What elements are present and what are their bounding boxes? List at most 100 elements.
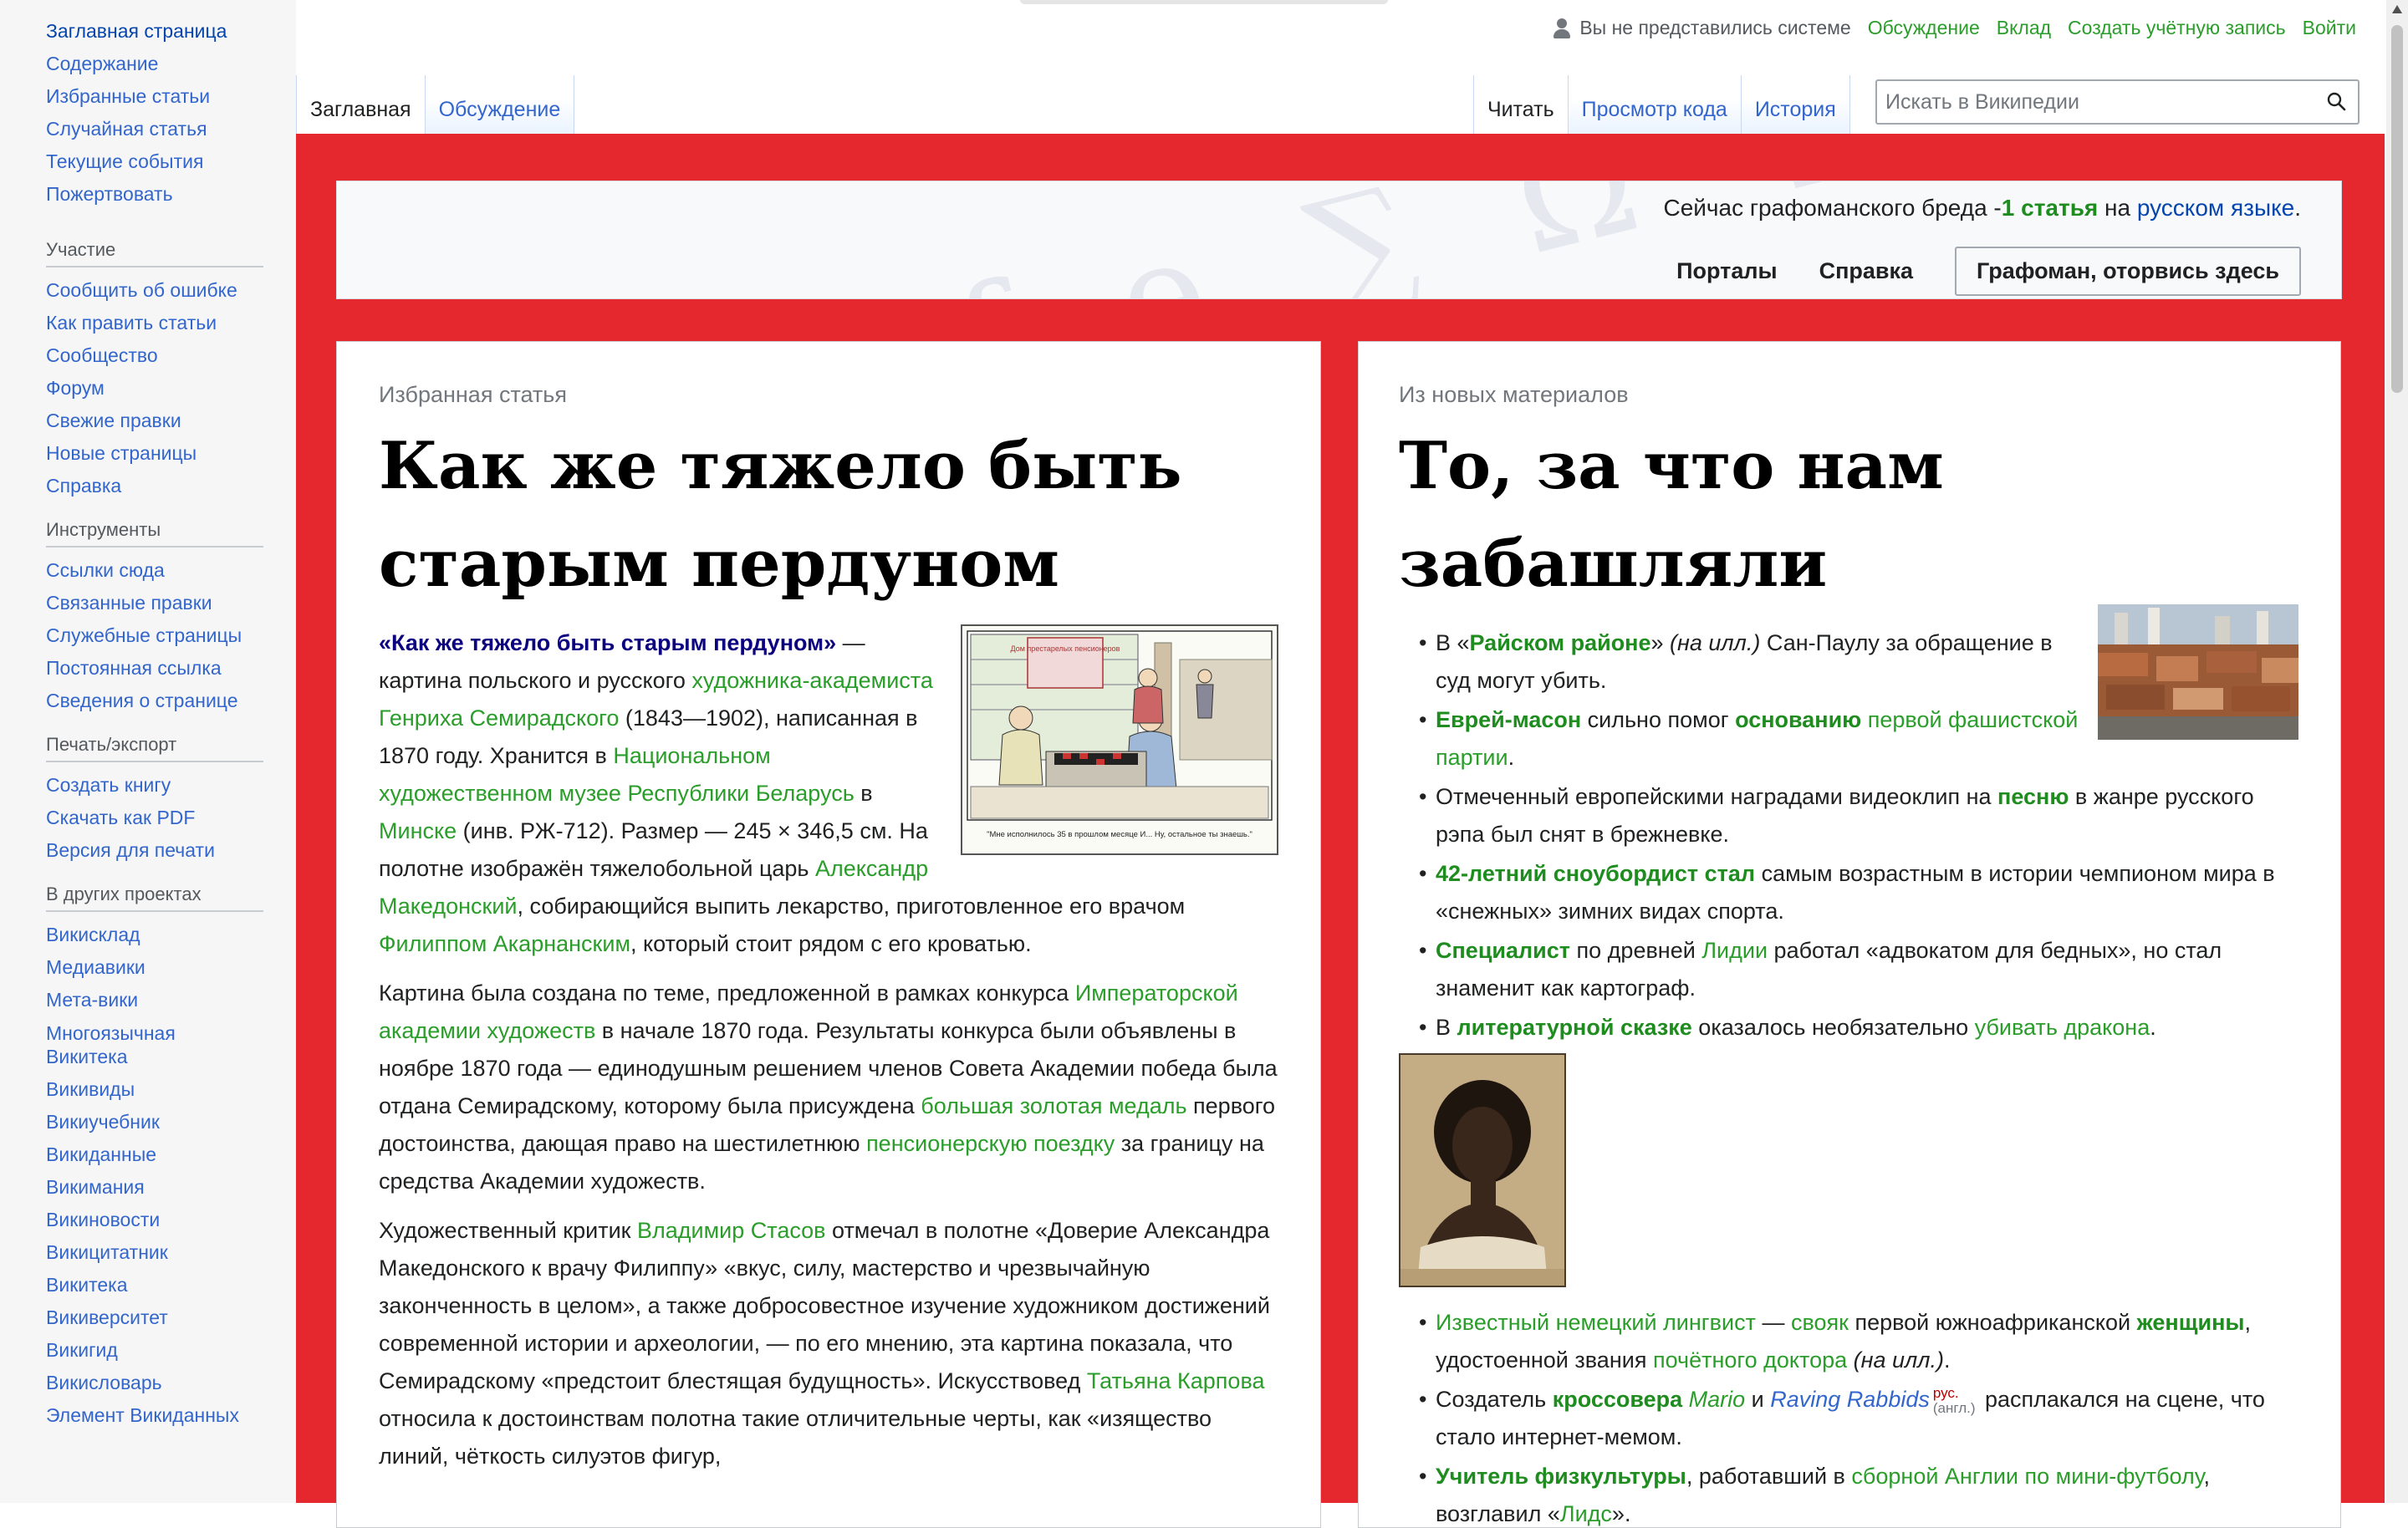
interwiki-en-link[interactable]: (англ.)	[1933, 1400, 1976, 1416]
sidebar-link[interactable]: Заглавная страница	[46, 20, 227, 42]
article-link[interactable]: Татьяна Карпова	[1087, 1368, 1265, 1393]
sidebar-link[interactable]: Сведения о странице	[46, 690, 238, 711]
article-link[interactable]: Специалист	[1436, 938, 1570, 963]
sidebar-link[interactable]: Постоянная ссылка	[46, 657, 222, 679]
sidebar-item[interactable]: Новые страницы	[0, 437, 296, 470]
article-link[interactable]: Raving Rabbids	[1770, 1387, 1930, 1412]
sidebar-link[interactable]: Викисловарь	[46, 1372, 162, 1393]
sidebar-link[interactable]: Ссылки сюда	[46, 559, 165, 581]
article-link[interactable]: Минске	[379, 818, 457, 843]
tab-history[interactable]: История	[1741, 75, 1850, 134]
sidebar-item[interactable]: Связанные правки	[0, 587, 296, 619]
article-link[interactable]: Райском районе	[1470, 630, 1651, 655]
sidebar-link[interactable]: Содержание	[46, 53, 158, 74]
sidebar-link[interactable]: Викицитатник	[46, 1241, 168, 1263]
page-scrollbar[interactable]	[2386, 0, 2408, 1503]
sidebar-item-current-events[interactable]: Текущие события	[0, 145, 296, 178]
article-link[interactable]: Филиппом Акарнанским	[379, 931, 630, 956]
sidebar-link[interactable]: Избранные статьи	[46, 85, 210, 107]
sidebar-link[interactable]: Свежие правки	[46, 410, 181, 431]
sidebar-link[interactable]: Форум	[46, 377, 105, 399]
sidebar-item[interactable]: Сообщество	[0, 339, 296, 372]
portals-link[interactable]: Порталы	[1676, 258, 1778, 284]
sidebar-link[interactable]: Справка	[46, 475, 121, 497]
sidebar-link[interactable]: Пожертвовать	[46, 183, 173, 205]
sidebar-link[interactable]: Скачать как PDF	[46, 807, 195, 828]
sidebar-item[interactable]: Ссылки сюда	[0, 554, 296, 587]
article-link[interactable]: основанию	[1735, 707, 1861, 732]
sidebar-link[interactable]: Викиновости	[46, 1209, 160, 1230]
sidebar-link[interactable]: Версия для печати	[46, 839, 215, 861]
interwiki-ru-link[interactable]: рус.	[1933, 1385, 1976, 1401]
sidebar-item[interactable]: Викицитатник	[0, 1236, 296, 1269]
sidebar-link[interactable]: Викисклад	[46, 924, 140, 945]
sidebar-item[interactable]: Многоязычная Викитека	[0, 1016, 296, 1073]
write-here-button[interactable]: Графоман, оторвись здесь	[1955, 247, 2301, 296]
sidebar-link[interactable]: Новые страницы	[46, 442, 196, 464]
article-link[interactable]: Известный немецкий лингвист	[1436, 1310, 1756, 1335]
sidebar-link[interactable]: Создать книгу	[46, 774, 171, 796]
sidebar-link[interactable]: Связанные правки	[46, 592, 212, 614]
sidebar-item-donate[interactable]: Пожертвовать	[0, 178, 296, 211]
featured-title[interactable]: Как же тяжело быть старым пердуном	[379, 417, 1278, 613]
article-link[interactable]: Еврей-масон	[1436, 707, 1581, 732]
sidebar-item[interactable]: Постоянная ссылка	[0, 652, 296, 685]
search-input[interactable]	[1877, 81, 2305, 123]
sidebar-item[interactable]: Викимания	[0, 1171, 296, 1204]
sidebar-item[interactable]: Викигид	[0, 1334, 296, 1367]
featured-comic-image[interactable]: Дом престарелых пенсионеров "Мне исполни…	[961, 624, 1278, 855]
sidebar-link[interactable]: Медиавики	[46, 956, 145, 978]
scroll-thumb[interactable]	[2391, 25, 2403, 393]
sidebar-item[interactable]: Мета-вики	[0, 984, 296, 1016]
sidebar-item-main-page[interactable]: Заглавная страница	[0, 15, 296, 48]
sidebar-item[interactable]: Скачать как PDF	[0, 802, 296, 834]
sidebar-item-contents[interactable]: Содержание	[0, 48, 296, 80]
article-link[interactable]: сборной Англии по мини-футболу	[1851, 1464, 2203, 1489]
sidebar-item-random[interactable]: Случайная статья	[0, 113, 296, 145]
sidebar-item[interactable]: Викиданные	[0, 1138, 296, 1171]
article-count-link[interactable]: 1 статья	[2002, 195, 2098, 221]
article-link[interactable]: Владимир Стасов	[637, 1218, 826, 1243]
login-link[interactable]: Войти	[2303, 17, 2356, 39]
sidebar-item[interactable]: Викисклад	[0, 919, 296, 951]
sidebar-link[interactable]: Викиучебник	[46, 1111, 160, 1133]
article-link[interactable]: песню	[1997, 784, 2069, 809]
article-link[interactable]: свояк	[1791, 1310, 1849, 1335]
article-link[interactable]: литературной сказке	[1457, 1015, 1692, 1040]
sidebar-link[interactable]: Случайная статья	[46, 118, 207, 140]
article-link[interactable]: большая золотая медаль	[921, 1093, 1186, 1118]
scroll-up-arrow-icon[interactable]	[2392, 5, 2402, 13]
sidebar-link[interactable]: Элемент Викиданных	[46, 1404, 239, 1426]
sidebar-item[interactable]: Элемент Викиданных	[0, 1399, 296, 1432]
help-link[interactable]: Справка	[1819, 258, 1913, 284]
article-link[interactable]: 42-летний сноубордист стал	[1436, 861, 1755, 886]
article-link[interactable]: кроссовера	[1553, 1387, 1682, 1412]
tab-main-page[interactable]: Заглавная	[297, 75, 426, 134]
sidebar-link[interactable]: Сообщить об ошибке	[46, 279, 237, 301]
sidebar-link[interactable]: Многоязычная Викитека	[46, 1022, 176, 1067]
sidebar-link[interactable]: Служебные страницы	[46, 624, 242, 646]
sidebar-link[interactable]: Викимания	[46, 1176, 145, 1198]
sidebar-item[interactable]: Викитека	[0, 1269, 296, 1301]
sidebar-item[interactable]: Служебные страницы	[0, 619, 296, 652]
sidebar-item[interactable]: Справка	[0, 470, 296, 502]
sidebar-item[interactable]: Версия для печати	[0, 834, 296, 867]
article-link[interactable]: Лидии	[1701, 938, 1768, 963]
sidebar-item[interactable]: Сообщить об ошибке	[0, 274, 296, 307]
sidebar-link[interactable]: Викигид	[46, 1339, 118, 1361]
featured-title-link[interactable]: «Как же тяжело быть старым пердуном»	[379, 630, 836, 655]
sidebar-link[interactable]: Мета-вики	[46, 989, 138, 1011]
sidebar-item[interactable]: Создать книгу	[0, 769, 296, 802]
talk-link[interactable]: Обсуждение	[1868, 17, 1980, 39]
article-link[interactable]: женщины	[2137, 1310, 2245, 1335]
tab-talk[interactable]: Обсуждение	[425, 75, 575, 134]
article-link[interactable]: убивать дракона	[1975, 1015, 2150, 1040]
portrait-photo[interactable]	[1399, 1053, 1566, 1287]
sidebar-item[interactable]: Медиавики	[0, 951, 296, 984]
sidebar-item[interactable]: Викивиды	[0, 1073, 296, 1106]
create-account-link[interactable]: Создать учётную запись	[2068, 17, 2286, 39]
article-link[interactable]: почётного доктора	[1653, 1347, 1847, 1373]
sidebar-item[interactable]: Викиновости	[0, 1204, 296, 1236]
contributions-link[interactable]: Вклад	[1997, 17, 2051, 39]
tab-read[interactable]: Читать	[1474, 75, 1569, 134]
